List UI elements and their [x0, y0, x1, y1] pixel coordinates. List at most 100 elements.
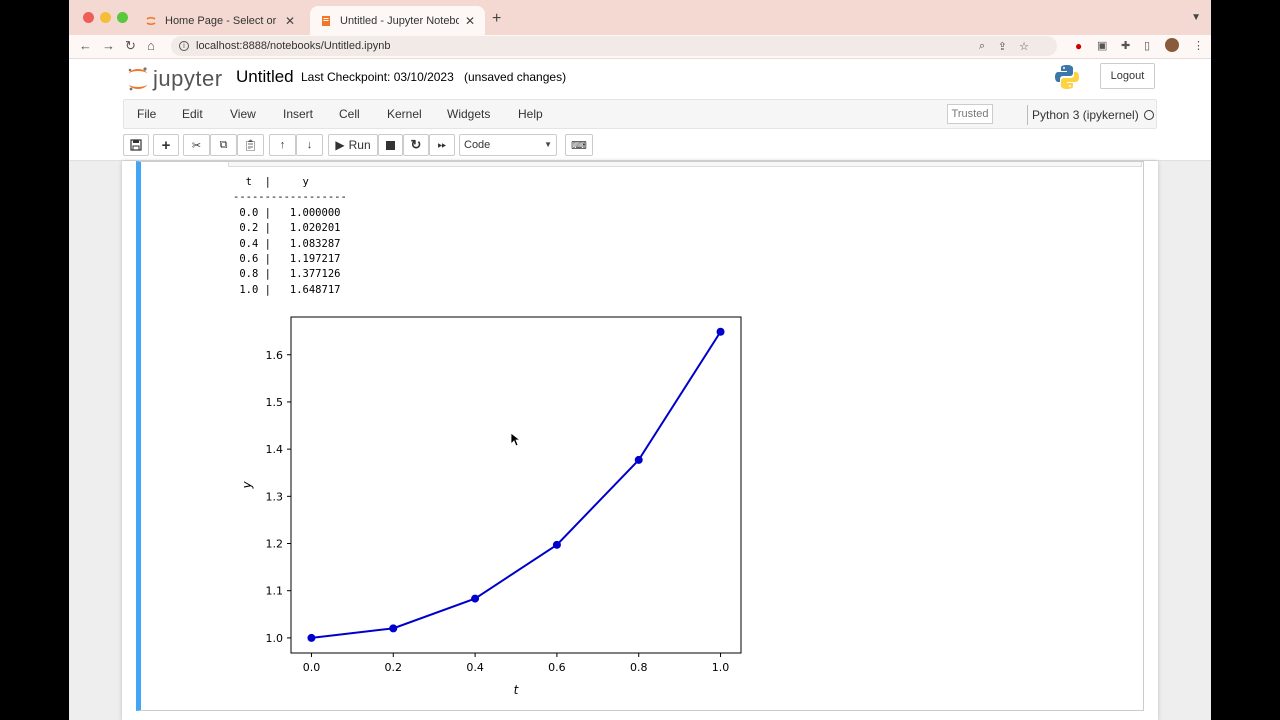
interrupt-button[interactable]: [378, 134, 403, 156]
tab-home-page[interactable]: Home Page - Select or create a notebook …: [135, 6, 305, 35]
y-tick-label: 1.2: [266, 538, 284, 551]
run-button[interactable]: ▶ Run: [328, 134, 378, 156]
y-tick-label: 1.1: [266, 585, 284, 598]
arrow-up-icon: ↑: [279, 139, 286, 151]
cell-type-select[interactable]: Code ▼: [459, 134, 557, 156]
save-icon: [130, 139, 142, 151]
menu-view[interactable]: View: [230, 107, 256, 121]
menu-edit[interactable]: Edit: [182, 107, 203, 121]
y-tick-label: 1.0: [266, 632, 284, 645]
menu-file[interactable]: File: [137, 107, 156, 121]
minimize-window-button[interactable]: [100, 12, 111, 23]
x-tick-label: 0.6: [548, 661, 566, 674]
play-icon: ▶: [335, 138, 345, 152]
zoom-window-button[interactable]: [117, 12, 128, 23]
trusted-indicator[interactable]: Trusted: [947, 104, 993, 124]
cell-type-value: Code: [464, 139, 491, 151]
y-tick-label: 1.6: [266, 349, 284, 362]
url-text: localhost:8888/notebooks/Untitled.ipynb: [196, 40, 391, 52]
browser-toolbar: ← → ↻ ⌂ i localhost:8888/notebooks/Untit…: [69, 35, 1211, 59]
back-icon[interactable]: ←: [79, 38, 92, 53]
tab-bar: Home Page - Select or create a notebook …: [69, 0, 1211, 35]
close-tab-icon[interactable]: ✕: [285, 14, 295, 28]
avatar[interactable]: [1165, 38, 1179, 52]
scissors-icon: ✂: [191, 139, 202, 152]
opera-extension-icon[interactable]: ●: [1075, 39, 1082, 53]
jupyter-header: jupyter Untitled Last Checkpoint: 03/10/…: [69, 59, 1211, 99]
command-palette-button[interactable]: ⌨: [565, 134, 593, 156]
logout-button[interactable]: Logout: [1100, 63, 1155, 89]
data-point-marker: [389, 624, 398, 633]
jupyter-logo[interactable]: jupyter: [127, 64, 223, 94]
data-point-marker: [552, 540, 561, 549]
keyboard-icon: ⌨: [571, 139, 587, 152]
y-tick-label: 1.5: [266, 396, 284, 409]
menu-kernel[interactable]: Kernel: [387, 107, 422, 121]
chevron-down-icon[interactable]: ▼: [1191, 12, 1201, 23]
menu-insert[interactable]: Insert: [283, 107, 313, 121]
restart-icon: ↻: [410, 137, 422, 152]
notebook-name[interactable]: Untitled: [236, 67, 294, 87]
stop-icon: [386, 140, 395, 150]
info-icon[interactable]: i: [179, 41, 189, 51]
move-up-button[interactable]: ↑: [269, 134, 296, 156]
extension-icon[interactable]: ▣: [1097, 39, 1107, 52]
sidebar-icon[interactable]: ▯: [1144, 39, 1150, 52]
paste-button[interactable]: 📋︎: [237, 134, 264, 156]
x-axis-label: t: [514, 683, 520, 697]
close-tab-icon[interactable]: ✕: [465, 14, 475, 28]
x-tick-label: 0.4: [466, 661, 484, 674]
menu-cell[interactable]: Cell: [339, 107, 360, 121]
checkpoint-status: Last Checkpoint: 03/10/2023: [301, 70, 454, 84]
jupyter-menubar: File Edit View Insert Cell Kernel Widget…: [123, 99, 1157, 129]
kernel-name[interactable]: Python 3 (ipykernel): [1032, 108, 1139, 122]
y-tick-label: 1.3: [266, 490, 284, 503]
forward-icon[interactable]: →: [102, 38, 115, 53]
y-tick-label: 1.4: [266, 443, 284, 456]
jupyter-logo-text: jupyter: [153, 66, 223, 91]
cut-button[interactable]: ✂: [183, 134, 210, 156]
copy-button[interactable]: ⧉: [210, 134, 237, 156]
new-tab-icon[interactable]: +: [492, 10, 501, 28]
unsaved-status: (unsaved changes): [464, 70, 567, 84]
menu-help[interactable]: Help: [518, 107, 543, 121]
tab-title: Home Page - Select or create a notebook: [165, 14, 279, 27]
bookmark-star-icon[interactable]: ☆: [1019, 40, 1029, 53]
kernel-separator: [1027, 105, 1028, 125]
cell-input-area[interactable]: [228, 162, 1142, 167]
chevron-down-icon: ▼: [544, 140, 552, 149]
paste-icon: 📋︎: [243, 139, 258, 152]
notebook-site: t | y ------------------ 0.0 | 1.000000 …: [69, 160, 1211, 720]
code-cell[interactable]: t | y ------------------ 0.0 | 1.000000 …: [136, 161, 1144, 711]
data-point-marker: [307, 633, 316, 642]
home-icon[interactable]: ⌂: [147, 38, 155, 53]
arrow-down-icon: ↓: [306, 139, 313, 151]
puzzle-icon[interactable]: ✚: [1121, 39, 1130, 52]
plus-icon: +: [161, 136, 171, 154]
insert-cell-button[interactable]: +: [153, 134, 179, 156]
reload-icon[interactable]: ↻: [125, 38, 136, 54]
address-bar[interactable]: i localhost:8888/notebooks/Untitled.ipyn…: [171, 36, 1057, 56]
menu-widgets[interactable]: Widgets: [447, 107, 490, 121]
fast-forward-icon: ⏩︎: [437, 138, 447, 151]
notebook-toolbar: + ✂ ⧉ 📋︎ ↑ ↓ ▶ Run ↻ ⏩︎ Code ▼ ⌨: [69, 129, 1211, 159]
kernel-idle-icon: [1144, 110, 1154, 120]
data-point-marker: [634, 455, 643, 464]
save-button[interactable]: [123, 134, 149, 156]
move-down-button[interactable]: ↓: [296, 134, 323, 156]
restart-button[interactable]: ↻: [403, 134, 429, 156]
tab-untitled-notebook[interactable]: Untitled - Jupyter Notebook ✕: [310, 6, 485, 35]
jupyter-logo-icon: [128, 67, 147, 91]
copy-icon: ⧉: [219, 138, 228, 151]
more-menu-icon[interactable]: ⋮: [1193, 39, 1204, 52]
x-tick-label: 0.2: [385, 661, 403, 674]
restart-run-all-button[interactable]: ⏩︎: [429, 134, 455, 156]
mouse-cursor-icon: [510, 432, 520, 447]
notebook-favicon-icon: [320, 15, 332, 27]
x-tick-label: 0.0: [303, 661, 321, 674]
share-icon[interactable]: ⇪: [998, 40, 1007, 53]
python-logo-icon: [1055, 65, 1079, 89]
zoom-icon[interactable]: ⌕: [979, 40, 985, 53]
output-line-plot: 0.0 0.2 0.4 0.6 0.8 1.0 1.0 1.1 1.2 1.3 1.4 1.5 1.6 t…: [240, 316, 742, 697]
close-window-button[interactable]: [83, 12, 94, 23]
